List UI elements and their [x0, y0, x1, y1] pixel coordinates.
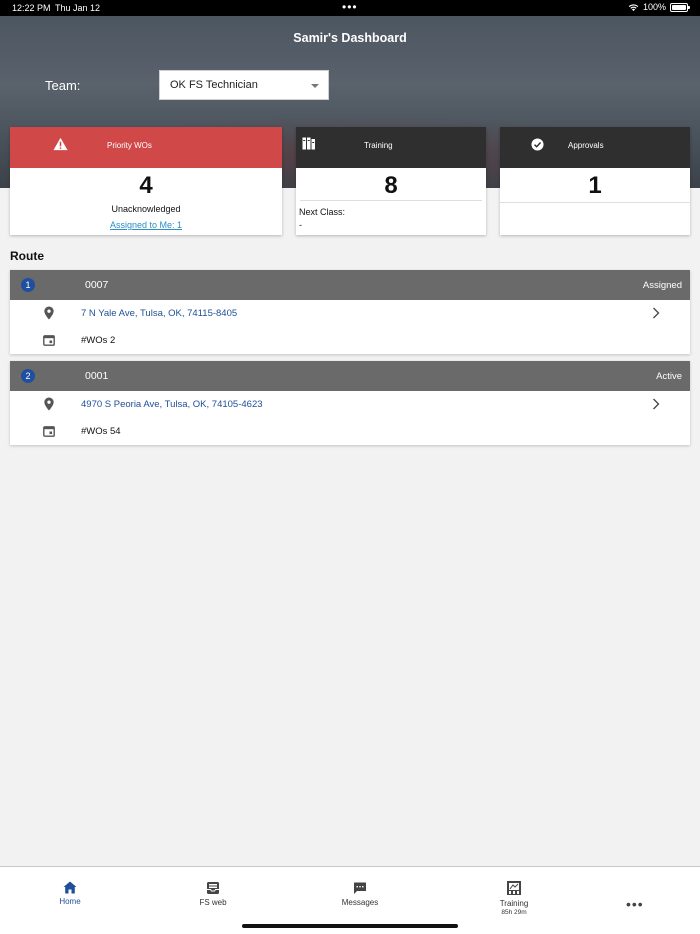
route-stop-index: 2 [21, 369, 35, 383]
route-stop-status: Assigned [642, 280, 682, 291]
training-board-icon [507, 881, 521, 895]
nav-training-label: Training [499, 899, 529, 908]
nav-messages[interactable]: Messages [310, 881, 410, 907]
assigned-to-me-link[interactable]: Assigned to Me: 1 [10, 220, 282, 230]
check-circle-icon [531, 138, 544, 151]
training-label: Training [364, 141, 393, 150]
location-pin-icon [44, 306, 54, 320]
team-label: Team: [45, 78, 81, 93]
inbox-tray-icon [207, 882, 219, 894]
route-address-row[interactable]: 7 N Yale Ave, Tulsa, OK, 74115-8405 [10, 300, 690, 327]
route-stop-code: 0001 [85, 370, 109, 382]
approvals-card[interactable]: Approvals 1 [500, 127, 690, 235]
nav-fs-web[interactable]: FS web [163, 881, 263, 907]
chevron-right-icon[interactable] [652, 307, 660, 319]
wifi-icon [628, 3, 639, 11]
nav-training-time: 85h 29m [501, 909, 527, 916]
route-stop-status: Active [656, 371, 682, 382]
route-wos-row: #WOs 2 [10, 327, 690, 354]
approvals-count: 1 [588, 172, 602, 199]
nav-messages-label: Messages [341, 898, 379, 907]
training-card[interactable]: Training 8 Next Class: - [296, 127, 486, 235]
battery-percent: 100% [642, 2, 666, 12]
route-stop-address[interactable]: 4970 S Peoria Ave, Tulsa, OK, 74105-4623 [81, 399, 263, 410]
route-stop[interactable]: 1 0007 Assigned 7 N Yale Ave, Tulsa, OK,… [10, 270, 690, 354]
calendar-icon [43, 426, 55, 437]
home-indicator [242, 924, 458, 928]
priority-wos-count: 4 [139, 172, 153, 199]
route-stop-index: 1 [21, 278, 35, 292]
route-stop-wos: #WOs 54 [81, 426, 121, 437]
route-address-row[interactable]: 4970 S Peoria Ave, Tulsa, OK, 74105-4623 [10, 391, 690, 418]
priority-wos-label: Priority WOs [107, 141, 152, 150]
status-date: Thu Jan 12 [55, 3, 101, 13]
route-wos-row: #WOs 54 [10, 418, 690, 445]
route-section-title: Route [10, 249, 44, 263]
chevron-right-icon[interactable] [652, 398, 660, 410]
more-options-icon[interactable]: ••• [626, 896, 644, 912]
battery-icon [670, 2, 690, 12]
next-class-value: - [299, 220, 302, 230]
status-time: 12:22 PM [12, 3, 51, 13]
warning-icon [53, 137, 68, 151]
route-stop-address[interactable]: 7 N Yale Ave, Tulsa, OK, 74115-8405 [81, 308, 237, 319]
message-bubble-icon [354, 882, 366, 894]
route-stop[interactable]: 2 0001 Active 4970 S Peoria Ave, Tulsa, … [10, 361, 690, 445]
nav-home[interactable]: Home [20, 881, 120, 906]
route-stop-wos: #WOs 2 [81, 335, 116, 346]
team-select[interactable]: OK FS Technician [159, 70, 329, 100]
team-select-value: OK FS Technician [170, 79, 258, 91]
nav-training[interactable]: Training 85h 29m [464, 880, 564, 916]
home-icon [63, 881, 77, 894]
caret-down-icon [311, 84, 319, 88]
priority-wos-subtitle: Unacknowledged [111, 204, 181, 214]
priority-wos-card[interactable]: Priority WOs 4 Unacknowledged Assigned t… [10, 127, 282, 235]
nav-fs-web-label: FS web [199, 898, 227, 907]
status-bar: 12:22 PM Thu Jan 12 ••• 100% [0, 0, 700, 16]
training-count: 8 [384, 172, 398, 199]
books-icon [302, 137, 315, 150]
page-title: Samir's Dashboard [293, 31, 407, 45]
location-pin-icon [44, 397, 54, 411]
nav-home-label: Home [59, 897, 81, 906]
next-class-label: Next Class: [299, 207, 346, 217]
calendar-icon [43, 335, 55, 346]
route-stop-code: 0007 [85, 279, 109, 291]
approvals-label: Approvals [568, 141, 604, 150]
multitasking-dots[interactable]: ••• [342, 0, 358, 14]
